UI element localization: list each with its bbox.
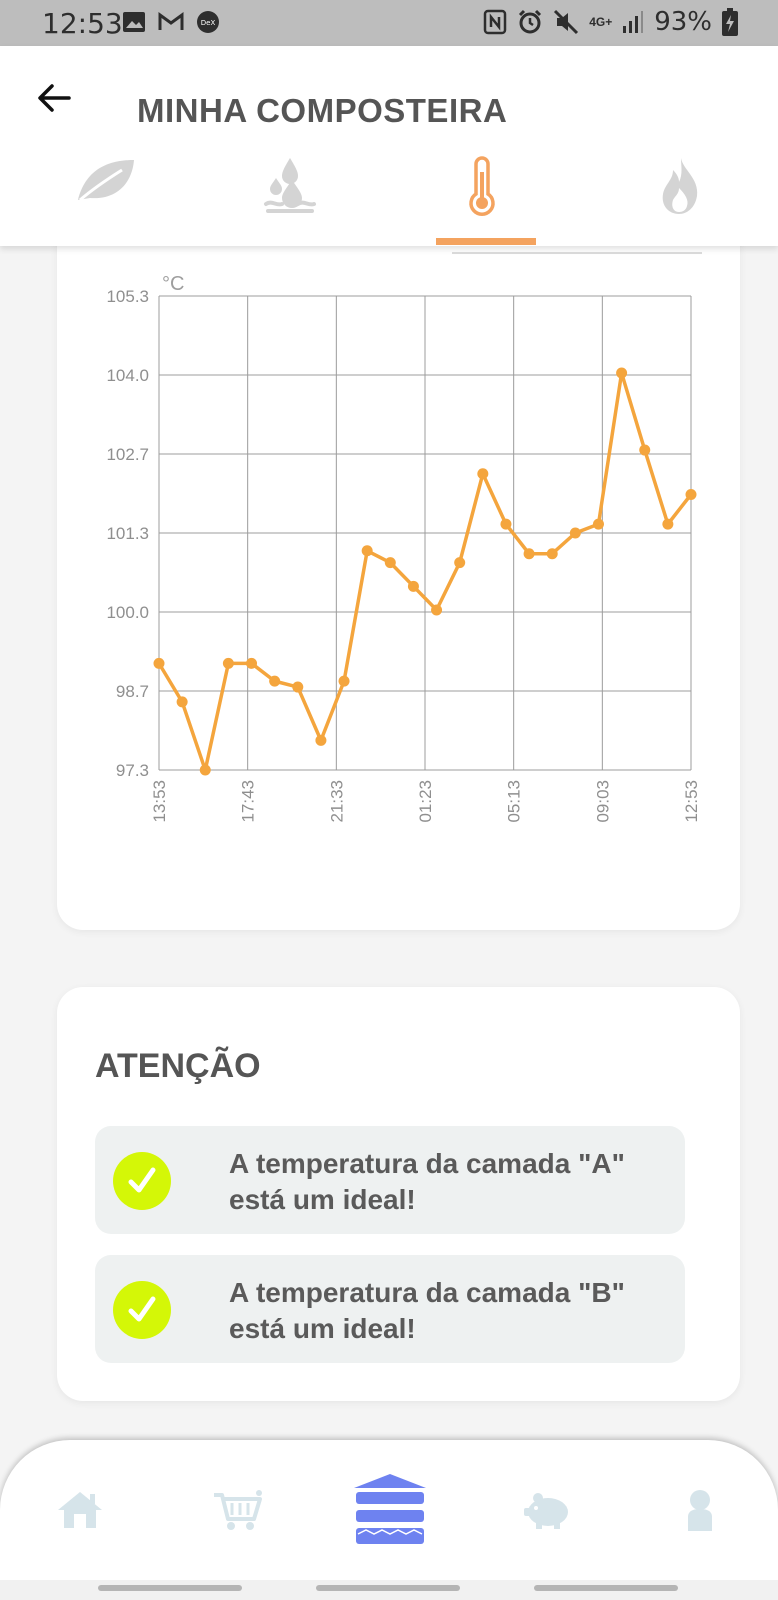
back-gesture-button[interactable] [534,1585,678,1591]
data-point [315,734,327,746]
home-gesture-button[interactable] [316,1585,460,1591]
data-point [616,367,628,379]
x-tick-label: 05:13 [505,780,524,823]
tab-humidity[interactable] [240,156,340,246]
y-tick-label: 101.3 [106,524,149,543]
data-point [569,527,581,539]
data-point [592,518,604,530]
nav-compost[interactable] [350,1470,430,1550]
home-icon [58,1492,102,1528]
attention-title: ATENÇÃO [95,1047,261,1085]
chart-unit-label: °C [162,273,184,295]
data-point [407,580,419,592]
alarm-icon [519,9,542,34]
app-header: MINHA COMPOSTEIRA [0,46,778,254]
compost-layers-icon [354,1474,426,1544]
temperature-line-chart: °C 97.3 98.7 100.0 101.3 102.7 104.0 105.3 13:… [106,273,701,823]
data-point [477,468,489,480]
nav-profile[interactable] [660,1470,740,1550]
shopping-cart-icon [214,1490,262,1530]
y-tick-label: 102.7 [106,445,149,464]
nav-savings[interactable] [508,1470,588,1550]
x-tick-label: 09:03 [593,780,612,823]
data-point [639,444,651,456]
y-tick-label: 105.3 [106,287,149,306]
battery-percent: 93% [654,7,712,37]
attention-card: ATENÇÃO A temperatura da camada "A" está… [57,987,740,1401]
data-point [292,681,304,693]
status-bar: 12:53 DeX 4G+ 93% [0,0,778,46]
data-point [199,764,211,776]
page-title: MINHA COMPOSTEIRA [137,92,508,129]
data-point [153,657,165,669]
tab-temperature[interactable] [432,156,532,246]
y-tick-label: 97.3 [116,761,149,780]
y-tick-label: 104.0 [106,366,149,385]
nav-home[interactable] [40,1470,120,1550]
status-time: 12:53 [42,7,123,40]
water-drops-icon [264,158,316,213]
data-point [361,545,373,557]
system-gesture-bar [0,1580,778,1600]
bottom-navigation [0,1440,778,1580]
x-tick-label: 01:23 [416,780,435,823]
back-button[interactable] [30,74,78,122]
back-arrow-icon [38,84,71,112]
network-type: 4G+ [589,15,613,29]
thermometer-icon [469,156,495,216]
alert-text: A temperatura da camada "B" está um idea… [229,1277,625,1344]
alert-item-layer-a: A temperatura da camada "A" está um idea… [95,1126,685,1234]
alert-text: A temperatura da camada "A" está um idea… [229,1148,625,1215]
user-icon [688,1490,712,1531]
image-icon [123,12,145,32]
data-point [338,675,350,687]
mute-icon [554,9,579,35]
data-point [454,557,466,569]
active-tab-indicator [436,238,536,245]
data-point [176,696,188,708]
gmail-icon [158,12,184,30]
data-point [246,657,258,669]
y-tick-label: 100.0 [106,603,149,622]
y-tick-label: 98.7 [116,682,149,701]
tab-leaf[interactable] [56,156,156,246]
x-tick-label: 17:43 [239,780,258,823]
nfc-icon [483,9,507,35]
data-point [685,488,697,500]
data-point [500,518,512,530]
check-icon [113,1152,171,1210]
tab-flame[interactable] [630,156,730,246]
flame-icon [662,158,698,214]
x-tick-label: 13:53 [150,780,169,823]
data-point [222,657,234,669]
svg-text:DeX: DeX [201,19,216,27]
piggy-bank-icon [524,1493,568,1529]
data-point [523,548,535,560]
check-icon [113,1281,171,1339]
alert-item-layer-b: A temperatura da camada "B" está um idea… [95,1255,685,1363]
data-point [662,518,674,530]
battery-charging-icon [722,8,738,36]
x-tick-label: 21:33 [327,780,346,823]
data-point [269,675,281,687]
recent-apps-button[interactable] [98,1585,242,1591]
nav-shop[interactable] [198,1470,278,1550]
dex-icon: DeX [197,11,219,33]
signal-icon [623,11,644,33]
data-point [431,604,443,616]
data-point [384,557,396,569]
x-tick-label: 12:53 [682,780,701,823]
data-point [546,548,558,560]
tab-divider [452,252,702,254]
leaf-icon [78,160,134,202]
temperature-chart-card: °C 97.3 98.7 100.0 101.3 102.7 104.0 105.3 13:… [57,210,740,930]
